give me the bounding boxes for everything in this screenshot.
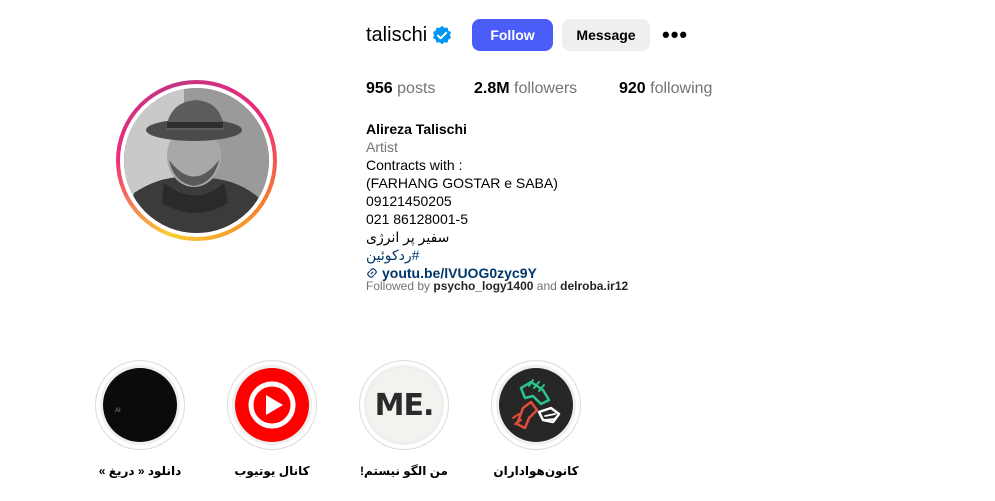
hashtag-link[interactable]: #ردکوئین (366, 247, 419, 263)
followed-by[interactable]: Followed by psycho_logy1400 and delroba.… (366, 279, 628, 293)
message-button[interactable]: Message (562, 19, 650, 51)
story-highlight[interactable]: کانال یوتیوب (227, 360, 317, 478)
following-stat[interactable]: 920 following (619, 80, 712, 98)
bio-line: 09121450205 (366, 193, 452, 209)
following-count: 920 (619, 80, 646, 97)
bio-hashtag-text: سفیر پر انرژی (366, 229, 450, 245)
highlight-label: کانال یوتیوب (234, 464, 310, 478)
story-highlight[interactable]: ME. من الگو نیستم! (359, 360, 449, 478)
followers-count: 2.8M (474, 80, 510, 97)
handshake-icon (499, 368, 573, 442)
story-highlight[interactable]: AI دانلود « دریغ » (95, 360, 185, 478)
followed-by-conjunction: and (533, 279, 561, 293)
avatar-photo (124, 88, 269, 233)
me-logo-icon: ME. (367, 368, 441, 442)
follow-button[interactable]: Follow (472, 19, 553, 51)
highlight-label: کانون‌هواداران (493, 464, 579, 478)
posts-stat: 956 posts (366, 80, 435, 98)
dark-video-thumb-icon: AI (103, 368, 177, 442)
highlight-label: دانلود « دریغ » (98, 464, 182, 478)
following-label: following (650, 80, 713, 97)
more-options-icon[interactable]: ••• (662, 22, 688, 48)
profile-page: talischi Follow Message ••• 956 posts 2.… (0, 0, 995, 501)
bio-line: (FARHANG GOSTAR e SABA) (366, 175, 558, 191)
verified-badge-icon (433, 25, 451, 45)
followed-by-prefix: Followed by (366, 279, 434, 293)
bio-line: Contracts with : (366, 157, 463, 173)
followed-by-user[interactable]: psycho_logy1400 (433, 279, 533, 293)
posts-label: posts (397, 80, 436, 97)
me-logo-text: ME. (374, 387, 435, 423)
followed-by-user[interactable]: delroba.ir12 (560, 279, 628, 293)
category: Artist (366, 139, 398, 155)
followers-label: followers (514, 80, 578, 97)
bio-hashtag-line: سفیر پر انرژی #ردکوئین (366, 228, 506, 264)
full-name: Alireza Talischi (366, 121, 467, 137)
bio-line: 021 86128001-5 (366, 211, 468, 227)
link-icon (367, 268, 377, 278)
followers-stat[interactable]: 2.8M followers (474, 80, 577, 98)
highlight-label: من الگو نیستم! (360, 464, 448, 478)
bio: Alireza Talischi Artist Contracts with :… (366, 120, 558, 282)
username[interactable]: talischi (366, 24, 427, 47)
youtube-icon (235, 368, 309, 442)
profile-avatar[interactable] (116, 80, 277, 241)
posts-count: 956 (366, 80, 393, 97)
story-highlight[interactable]: کانون‌هواداران (491, 360, 581, 478)
